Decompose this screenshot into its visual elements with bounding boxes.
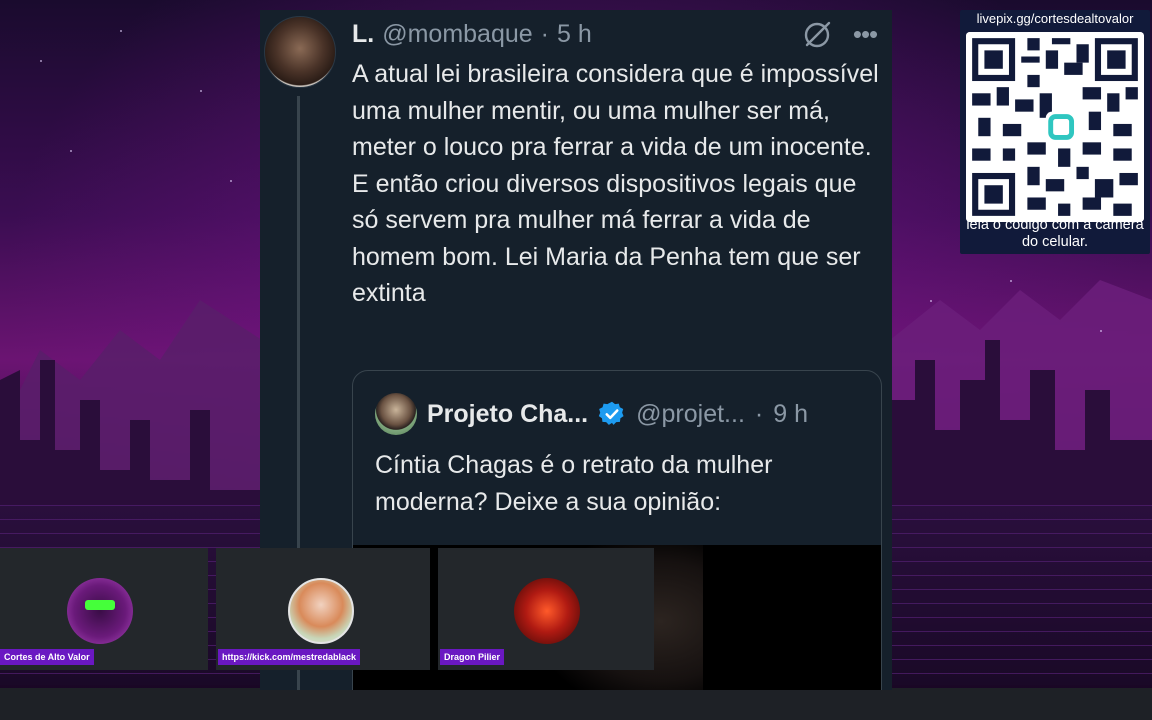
- separator: ·: [540, 20, 549, 48]
- tweet-text: A atual lei brasileira considera que é i…: [352, 60, 879, 307]
- verified-badge-icon: [598, 401, 624, 425]
- bottom-bar: [0, 688, 1152, 720]
- tweet-header: L. @mombaque · 5 h: [352, 20, 592, 50]
- quoted-display-name[interactable]: Projeto Cha...: [427, 400, 588, 429]
- quoted-avatar[interactable]: [375, 393, 417, 435]
- timestamp[interactable]: 5 h: [557, 20, 592, 49]
- qr-code[interactable]: [966, 32, 1144, 222]
- cam-label: Cortes de Alto Valor: [0, 649, 94, 665]
- cam-avatar: [514, 578, 580, 644]
- quoted-tweet-header: Projeto Cha... @projet... · 9 h: [375, 393, 808, 435]
- webcam-tile: https://kick.com/mestredablack: [216, 548, 430, 670]
- avatar[interactable]: [264, 16, 336, 88]
- cam-label: https://kick.com/mestredablack: [218, 649, 361, 665]
- goggles-graphic: [85, 600, 115, 610]
- cam-label: Dragon Pilier: [440, 649, 505, 665]
- cam-avatar: [288, 578, 354, 644]
- user-handle[interactable]: @mombaque: [382, 20, 532, 49]
- cam-avatar: [67, 578, 133, 644]
- quoted-tweet-text: Cíntia Chagas é o retrato da mulher mode…: [375, 451, 773, 516]
- webcam-tile: Dragon Pilier: [438, 548, 654, 670]
- grok-icon[interactable]: [802, 20, 832, 50]
- qr-panel: livepix.gg/cortesdealtovalor leia o códi…: [960, 10, 1150, 254]
- qr-caption: leia o código com a câmera do celular.: [966, 217, 1144, 250]
- quoted-handle[interactable]: @projet...: [636, 400, 745, 429]
- display-name[interactable]: L.: [352, 20, 374, 49]
- webcam-tile: Cortes de Alto Valor: [0, 548, 208, 670]
- more-icon[interactable]: •••: [850, 21, 880, 47]
- quoted-separator: ·: [754, 399, 764, 428]
- qr-url: livepix.gg/cortesdealtovalor: [976, 11, 1134, 26]
- quoted-timestamp[interactable]: 9 h: [773, 400, 808, 429]
